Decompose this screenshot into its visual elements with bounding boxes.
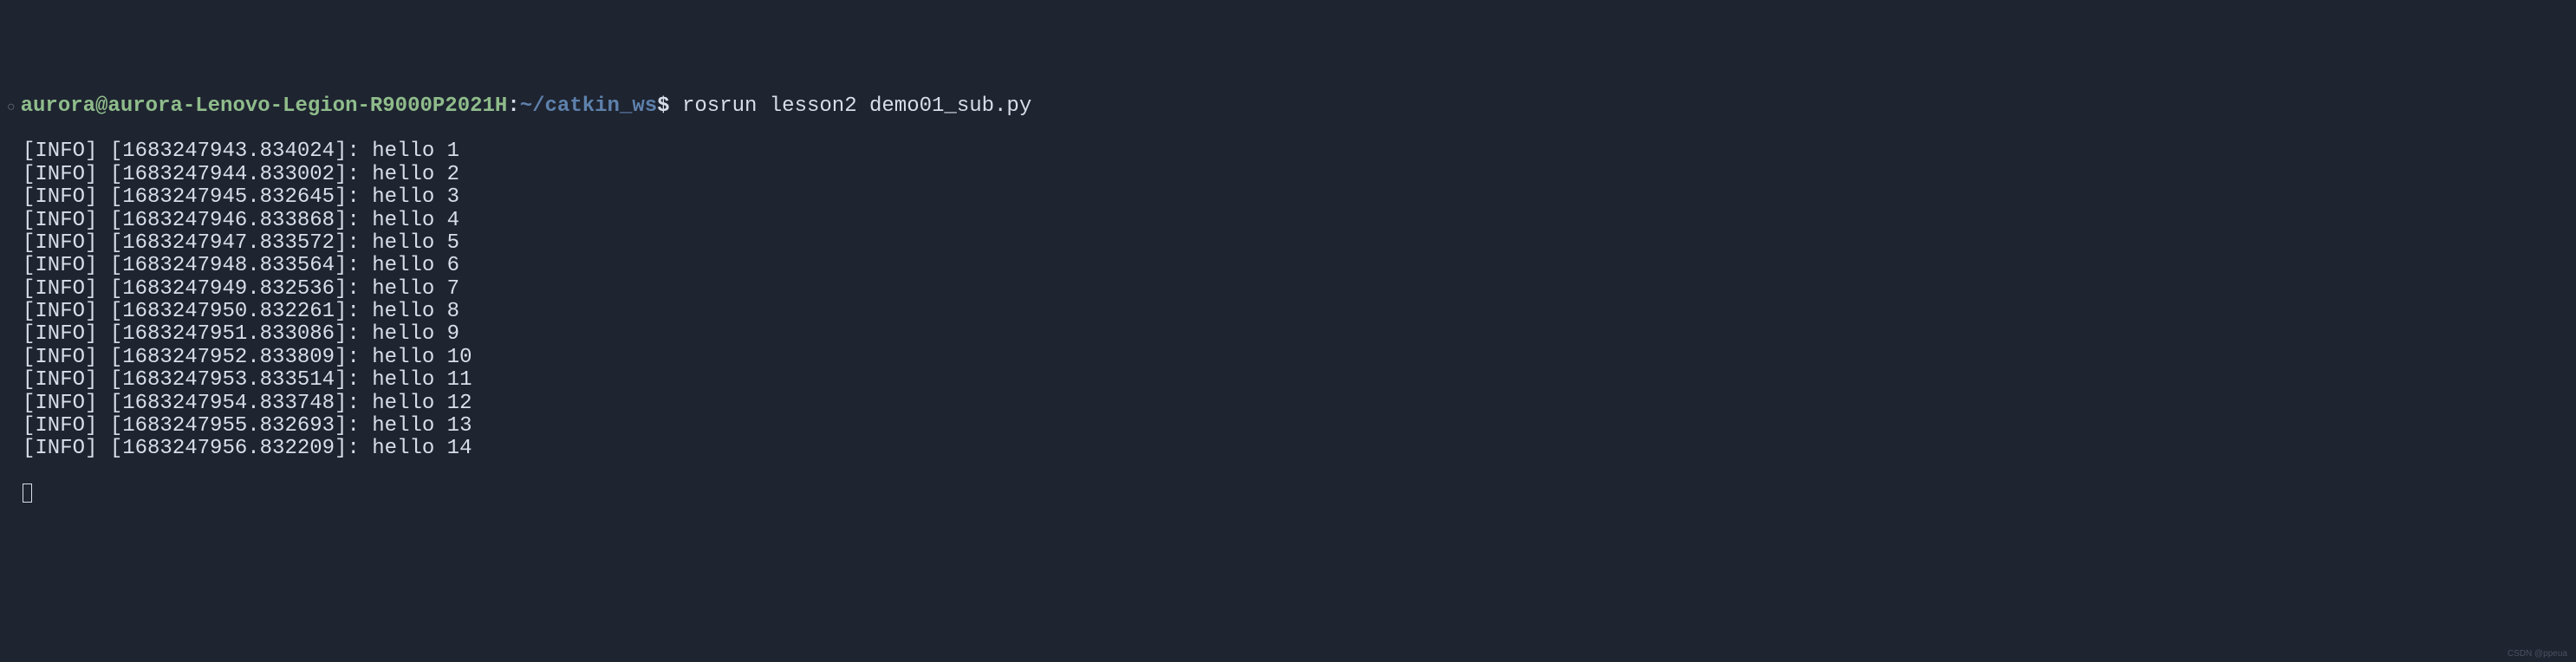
log-line: [INFO] [1683247954.833748]: hello 12	[7, 393, 2569, 415]
log-line: [INFO] [1683247943.834024]: hello 1	[7, 140, 2569, 163]
log-line: [INFO] [1683247951.833086]: hello 9	[7, 323, 2569, 346]
prompt-colon: :	[507, 95, 519, 118]
log-line: [INFO] [1683247948.833564]: hello 6	[7, 255, 2569, 277]
log-output: [INFO] [1683247943.834024]: hello 1[INFO…	[7, 140, 2569, 460]
prompt-dollar: $	[657, 95, 669, 118]
log-line: [INFO] [1683247947.833572]: hello 5	[7, 232, 2569, 255]
log-line: [INFO] [1683247956.832209]: hello 14	[7, 438, 2569, 460]
log-line: [INFO] [1683247953.833514]: hello 11	[7, 369, 2569, 392]
log-line: [INFO] [1683247950.832261]: hello 8	[7, 301, 2569, 323]
cursor-icon	[23, 484, 32, 503]
log-line: [INFO] [1683247949.832536]: hello 7	[7, 278, 2569, 301]
log-line: [INFO] [1683247946.833868]: hello 4	[7, 210, 2569, 232]
prompt-path: ~/catkin_ws	[520, 95, 657, 118]
log-line: [INFO] [1683247945.832645]: hello 3	[7, 186, 2569, 209]
log-line: [INFO] [1683247944.833002]: hello 2	[7, 164, 2569, 186]
terminal-prompt-line[interactable]: ○ aurora@aurora-Lenovo-Legion-R9000P2021H…	[7, 95, 2569, 118]
prompt-user-host: aurora@aurora-Lenovo-Legion-R9000P2021H	[21, 95, 508, 118]
prompt-bullet-icon: ○	[7, 101, 16, 116]
command-input: rosrun lesson2 demo01_sub.py	[670, 95, 1032, 118]
log-line: [INFO] [1683247955.832693]: hello 13	[7, 415, 2569, 438]
watermark: CSDN @ppeua	[2508, 649, 2567, 659]
log-line: [INFO] [1683247952.833809]: hello 10	[7, 347, 2569, 369]
